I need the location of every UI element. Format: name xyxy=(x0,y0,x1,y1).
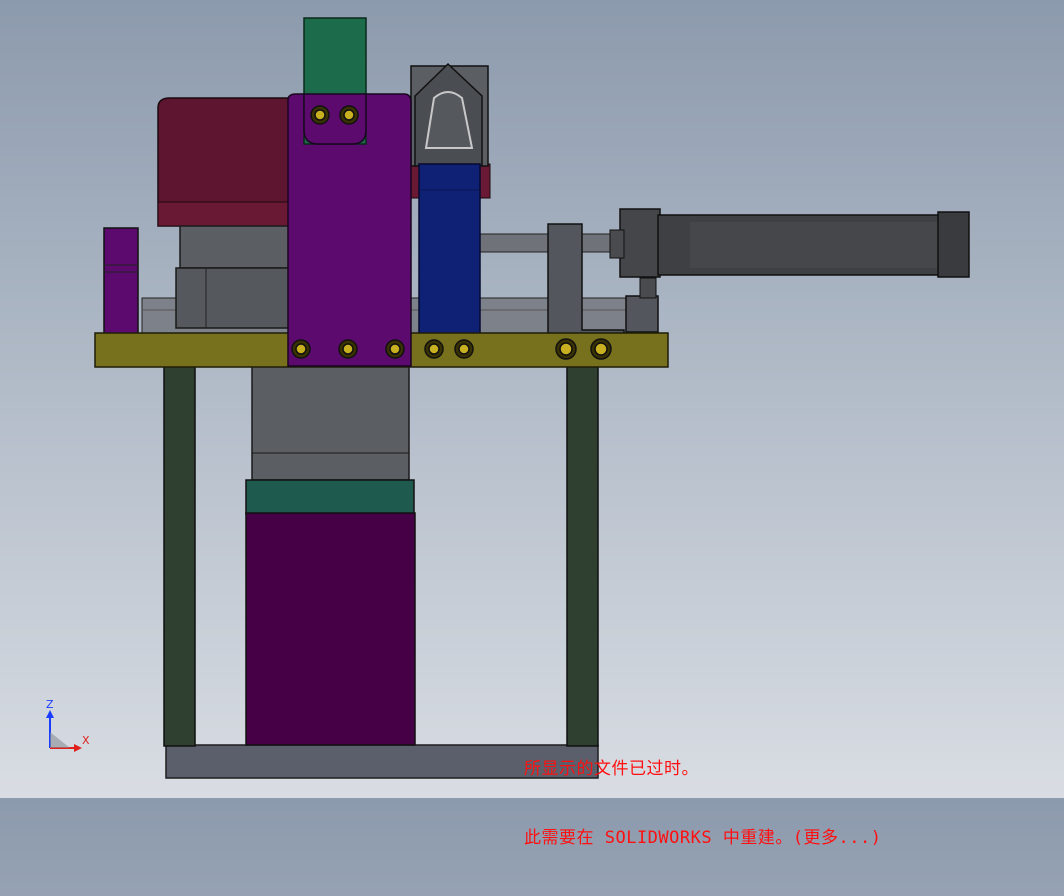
left-leg xyxy=(163,365,196,747)
lower-gray-block xyxy=(251,361,410,481)
x-axis-label: X xyxy=(82,734,90,747)
notice-line-2[interactable]: 此需要在 SOLIDWORKS 中重建。(更多...) xyxy=(524,827,882,850)
orientation-triad: Z X xyxy=(36,694,96,758)
graphics-viewport[interactable]: Z X 所显示的文件已过时。 此需要在 SOLIDWORKS 中重建。(更多..… xyxy=(0,0,1064,848)
right-leg xyxy=(566,365,599,747)
notice-line-1[interactable]: 所显示的文件已过时。 xyxy=(524,758,882,781)
triad-axes-icon xyxy=(46,710,82,752)
purple-post xyxy=(103,227,139,335)
teal-collar xyxy=(245,479,415,515)
rebuild-notice[interactable]: 所显示的文件已过时。 此需要在 SOLIDWORKS 中重建。(更多...) xyxy=(524,712,882,896)
cad-model-assembly[interactable] xyxy=(0,0,1064,798)
lower-purple-housing xyxy=(245,512,416,746)
cylinder-flange xyxy=(619,208,661,278)
gray-body xyxy=(179,225,293,269)
cylinder-end-cap xyxy=(937,211,970,278)
piston-rod xyxy=(479,233,613,253)
z-axis-label: Z xyxy=(46,698,54,711)
